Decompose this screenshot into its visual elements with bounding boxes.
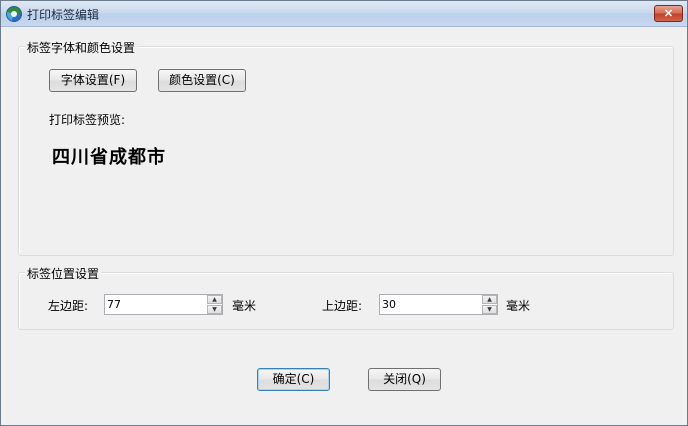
font-settings-button[interactable]: 字体设置(F) (49, 69, 137, 92)
top-margin-spin-buttons[interactable]: ▲ ▼ (482, 295, 497, 314)
dialog-window: 打印标签编辑 ✕ 标签字体和颜色设置 字体设置(F) 颜色设置(C) 打印标签预… (0, 0, 688, 426)
ok-button[interactable]: 确定(C) (257, 368, 330, 391)
left-margin-input[interactable] (105, 295, 207, 314)
top-margin-label: 上边距: (322, 299, 363, 313)
title-bar[interactable]: 打印标签编辑 ✕ (1, 1, 687, 27)
label-preview-text: 四川省成都市 (52, 147, 166, 168)
spin-up-arrow-icon[interactable]: ▲ (482, 295, 497, 304)
left-margin-spin-buttons[interactable]: ▲ ▼ (207, 295, 222, 314)
spin-down-arrow-icon[interactable]: ▼ (482, 305, 497, 314)
preview-label: 打印标签预览: (49, 113, 126, 127)
spin-down-arrow-icon[interactable]: ▼ (207, 305, 222, 314)
window-close-button[interactable]: ✕ (654, 5, 683, 22)
window-title: 打印标签编辑 (27, 8, 100, 22)
app-logo-icon (6, 6, 22, 22)
left-margin-label: 左边距: (48, 299, 89, 313)
color-settings-button[interactable]: 颜色设置(C) (158, 69, 246, 92)
position-group-legend: 标签位置设置 (25, 265, 102, 282)
top-margin-input[interactable] (380, 295, 482, 314)
spin-up-arrow-icon[interactable]: ▲ (207, 295, 222, 304)
top-margin-unit: 毫米 (506, 299, 531, 313)
font-color-group-legend: 标签字体和颜色设置 (25, 39, 138, 56)
top-margin-spinbox[interactable]: ▲ ▼ (379, 294, 498, 315)
left-margin-unit: 毫米 (232, 299, 257, 313)
close-button[interactable]: 关闭(Q) (368, 368, 441, 391)
left-margin-spinbox[interactable]: ▲ ▼ (104, 294, 223, 315)
close-icon: ✕ (663, 8, 674, 20)
